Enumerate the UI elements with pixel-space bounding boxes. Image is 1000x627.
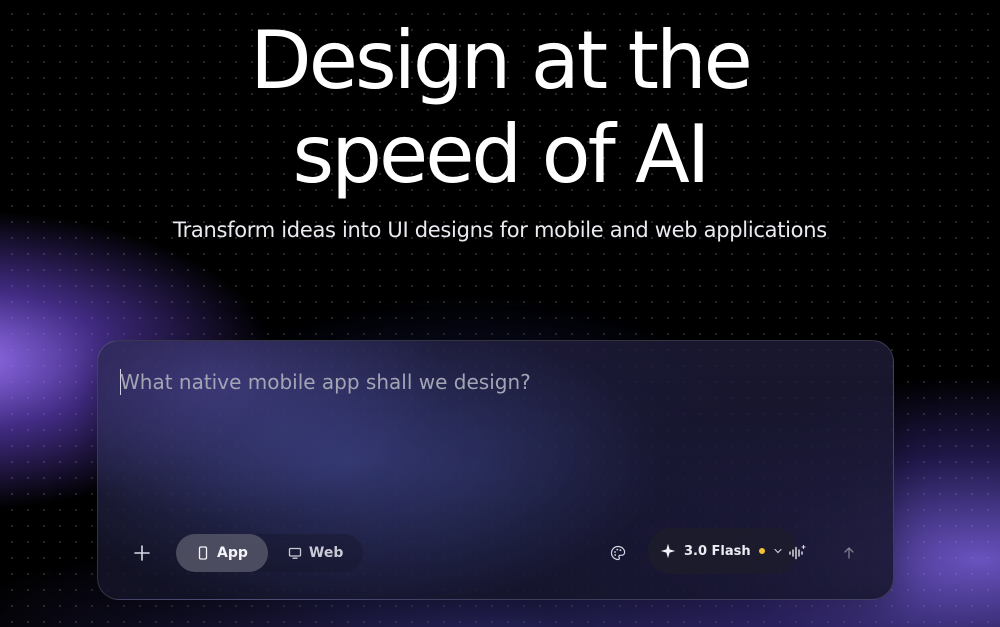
model-status-dot [758, 548, 765, 554]
theme-palette-button[interactable] [598, 533, 638, 573]
send-button[interactable] [829, 533, 869, 573]
web-mode-label: Web [308, 545, 344, 561]
add-attachment-button[interactable] [122, 533, 162, 573]
prompt-card: App Web [97, 340, 894, 600]
phone-icon [198, 546, 208, 560]
app-mode-button[interactable]: App [176, 534, 268, 572]
palette-icon [610, 545, 626, 561]
web-mode-button[interactable]: Web [268, 534, 363, 572]
platform-toggle: App Web [176, 534, 364, 572]
hero-section: Design at the speed of AI Transform idea… [0, 14, 1000, 242]
arrow-up-icon [844, 547, 854, 559]
monitor-icon [288, 547, 302, 559]
app-mode-label: App [217, 545, 248, 561]
hero-headline-line-1: Design at the [250, 14, 753, 107]
voice-waveform-icon [789, 544, 806, 560]
prompt-input[interactable] [120, 367, 860, 397]
hero-headline: Design at the speed of AI [0, 14, 1000, 202]
voice-input-button[interactable] [777, 533, 817, 573]
prompt-toolbar: App Web 3.0 Flash [98, 528, 893, 574]
plus-icon [134, 545, 150, 561]
hero-headline-line-2: speed of AI [292, 108, 711, 201]
model-selector[interactable]: 3.0 Flash [648, 528, 797, 574]
sparkle-icon [660, 543, 676, 559]
model-label: 3.0 Flash [684, 543, 751, 559]
hero-subtitle: Transform ideas into UI designs for mobi… [173, 218, 827, 242]
